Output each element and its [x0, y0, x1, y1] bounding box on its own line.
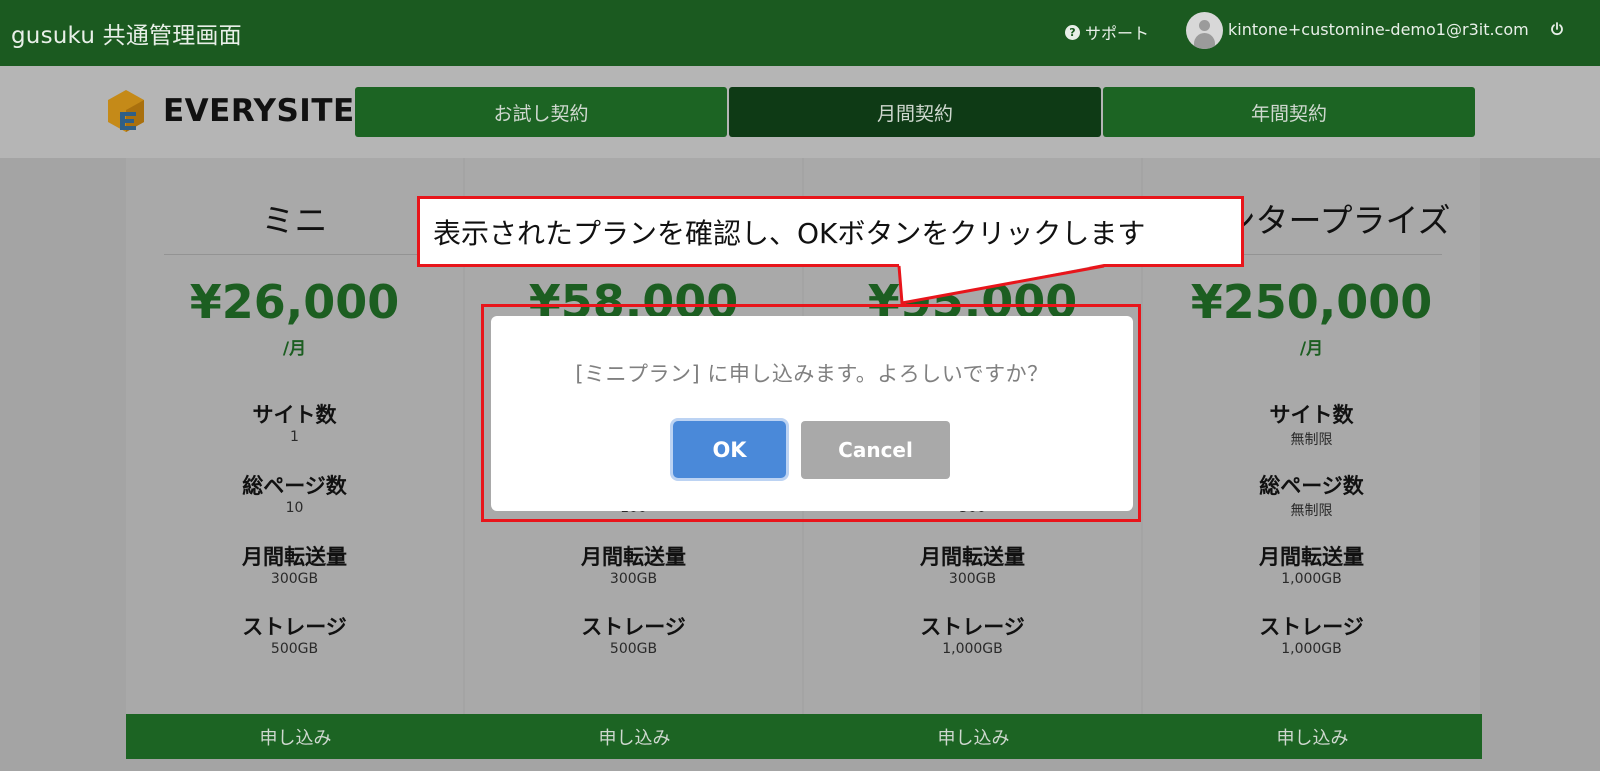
app-title: gusuku 共通管理画面	[11, 23, 242, 49]
price-period: /月	[282, 339, 307, 359]
instruction-callout: 表示されたプランを確認し、OKボタンをクリックします	[417, 196, 1244, 267]
feature-label: サイト数	[252, 403, 337, 427]
support-link[interactable]: ? サポート	[1065, 20, 1149, 44]
feature-label: ストレージ	[581, 615, 686, 639]
top-header-bar: gusuku 共通管理画面 ? サポート kintone+customine-d…	[0, 0, 1600, 66]
feature-label: 総ページ数	[242, 474, 347, 498]
feature-label: ストレージ	[920, 615, 1025, 639]
feature-value: 1,000GB	[942, 641, 1003, 657]
apply-button-mini[interactable]: 申し込み	[126, 714, 465, 759]
feature-value: 500GB	[609, 641, 658, 657]
feature-label: 月間転送量	[242, 545, 347, 569]
apply-button-enterprise[interactable]: 申し込み	[1143, 714, 1482, 759]
feature-value: 1,000GB	[1281, 641, 1342, 657]
feature-value: 1	[290, 429, 299, 445]
callout-text: 表示されたプランを確認し、OKボタンをクリックします	[433, 217, 1146, 250]
everysite-logo-icon	[108, 90, 144, 132]
divider	[164, 254, 425, 255]
tab-annual[interactable]: 年間契約	[1103, 87, 1475, 137]
plan-price: ¥250,000	[1190, 275, 1433, 329]
feature-value: 300GB	[948, 571, 997, 587]
user-email[interactable]: kintone+customine-demo1@r3it.com	[1228, 20, 1529, 39]
plan-name: ミニ	[261, 201, 328, 240]
apply-button-3[interactable]: 申し込み	[804, 714, 1143, 759]
plan-price: ¥26,000	[189, 275, 400, 329]
feature-value: 1,000GB	[1281, 571, 1342, 587]
avatar[interactable]	[1186, 12, 1223, 49]
feature-value: 無制限	[1290, 432, 1333, 448]
user-icon-head	[1199, 20, 1210, 31]
tab-monthly[interactable]: 月間契約	[729, 87, 1101, 137]
power-icon[interactable]	[1550, 22, 1564, 36]
tab-trial[interactable]: お試し契約	[355, 87, 727, 137]
feature-label: 月間転送量	[920, 545, 1025, 569]
brand-logo-text: EVERYSITE	[163, 93, 355, 129]
feature-label: 月間転送量	[1259, 545, 1364, 569]
feature-label: ストレージ	[1259, 615, 1364, 639]
feature-value: 300GB	[270, 571, 319, 587]
feature-value: 300GB	[609, 571, 658, 587]
apply-button-2[interactable]: 申し込み	[465, 714, 804, 759]
plan-card-mini: ミニ ¥26,000 /月 サイト数 1 総ページ数 10 月間転送量 300G…	[126, 158, 463, 714]
feature-label: 総ページ数	[1259, 474, 1364, 498]
feature-label: サイト数	[1269, 403, 1354, 427]
help-icon: ?	[1065, 24, 1080, 40]
support-label: サポート	[1085, 24, 1150, 43]
price-period: /月	[1299, 339, 1324, 359]
feature-label: ストレージ	[242, 615, 347, 639]
feature-value: 無制限	[1290, 503, 1333, 519]
user-icon-body	[1194, 33, 1215, 49]
feature-value: 10	[285, 500, 304, 516]
feature-value: 500GB	[270, 641, 319, 657]
feature-label: 月間転送量	[581, 545, 686, 569]
dialog-highlight-box	[481, 304, 1141, 522]
